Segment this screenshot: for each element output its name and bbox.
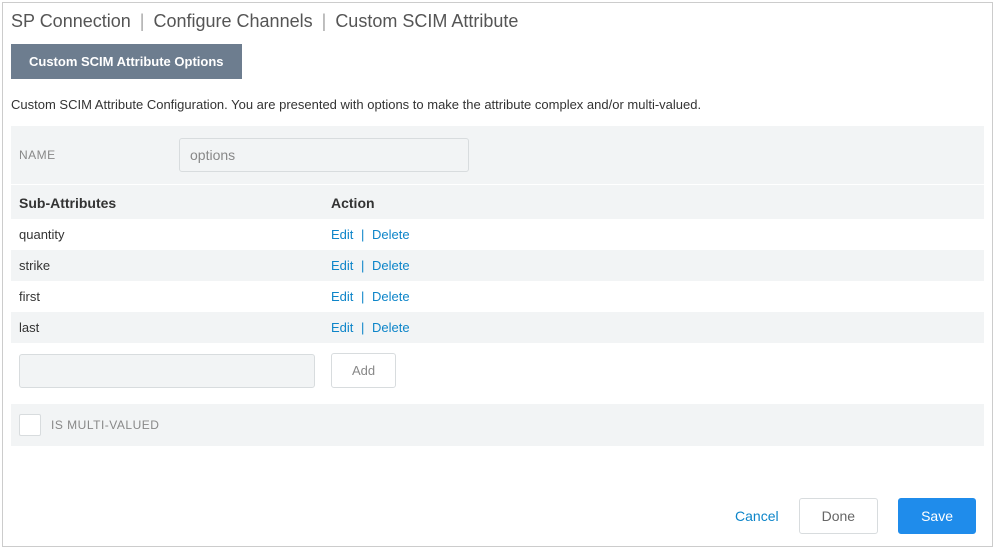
add-row: Add: [11, 343, 984, 398]
multi-valued-row: IS MULTI-VALUED: [11, 404, 984, 446]
row-actions: Edit | Delete: [331, 258, 976, 273]
edit-link[interactable]: Edit: [331, 258, 353, 273]
row-actions: Edit | Delete: [331, 320, 976, 335]
table-row: last Edit | Delete: [11, 312, 984, 343]
sub-attribute-name: last: [19, 320, 331, 335]
name-input[interactable]: [179, 138, 469, 172]
edit-link[interactable]: Edit: [331, 320, 353, 335]
cancel-link[interactable]: Cancel: [735, 508, 779, 524]
action-separator: |: [361, 320, 364, 335]
breadcrumb-part-3: Custom SCIM Attribute: [335, 11, 518, 31]
tab-custom-scim-attribute-options[interactable]: Custom SCIM Attribute Options: [11, 44, 242, 79]
edit-link[interactable]: Edit: [331, 227, 353, 242]
sub-attribute-name: first: [19, 289, 331, 304]
row-actions: Edit | Delete: [331, 227, 976, 242]
is-multi-valued-label: IS MULTI-VALUED: [51, 418, 159, 432]
breadcrumb-separator: |: [140, 11, 145, 31]
action-separator: |: [361, 227, 364, 242]
header-sub-attributes: Sub-Attributes: [19, 195, 331, 211]
new-sub-attribute-input[interactable]: [19, 354, 315, 388]
delete-link[interactable]: Delete: [372, 320, 410, 335]
is-multi-valued-checkbox[interactable]: [19, 414, 41, 436]
breadcrumb: SP Connection | Configure Channels | Cus…: [3, 3, 992, 36]
table-row: first Edit | Delete: [11, 281, 984, 312]
sub-attribute-name: strike: [19, 258, 331, 273]
done-button[interactable]: Done: [799, 498, 878, 534]
table-row: quantity Edit | Delete: [11, 219, 984, 250]
breadcrumb-part-2: Configure Channels: [153, 11, 312, 31]
action-separator: |: [361, 258, 364, 273]
row-actions: Edit | Delete: [331, 289, 976, 304]
table-header: Sub-Attributes Action: [11, 184, 984, 219]
name-field-row: NAME: [11, 126, 984, 184]
page-container: SP Connection | Configure Channels | Cus…: [2, 2, 993, 547]
save-button[interactable]: Save: [898, 498, 976, 534]
delete-link[interactable]: Delete: [372, 227, 410, 242]
action-separator: |: [361, 289, 364, 304]
edit-link[interactable]: Edit: [331, 289, 353, 304]
delete-link[interactable]: Delete: [372, 289, 410, 304]
breadcrumb-part-1: SP Connection: [11, 11, 131, 31]
breadcrumb-separator: |: [322, 11, 327, 31]
sub-attribute-name: quantity: [19, 227, 331, 242]
description-text: Custom SCIM Attribute Configuration. You…: [3, 79, 992, 126]
footer-actions: Cancel Done Save: [735, 498, 976, 534]
table-row: strike Edit | Delete: [11, 250, 984, 281]
add-button[interactable]: Add: [331, 353, 396, 388]
sub-attributes-table: Sub-Attributes Action quantity Edit | De…: [11, 184, 984, 398]
tab-bar: Custom SCIM Attribute Options: [3, 36, 992, 79]
header-action: Action: [331, 195, 976, 211]
name-label: NAME: [19, 148, 179, 162]
delete-link[interactable]: Delete: [372, 258, 410, 273]
